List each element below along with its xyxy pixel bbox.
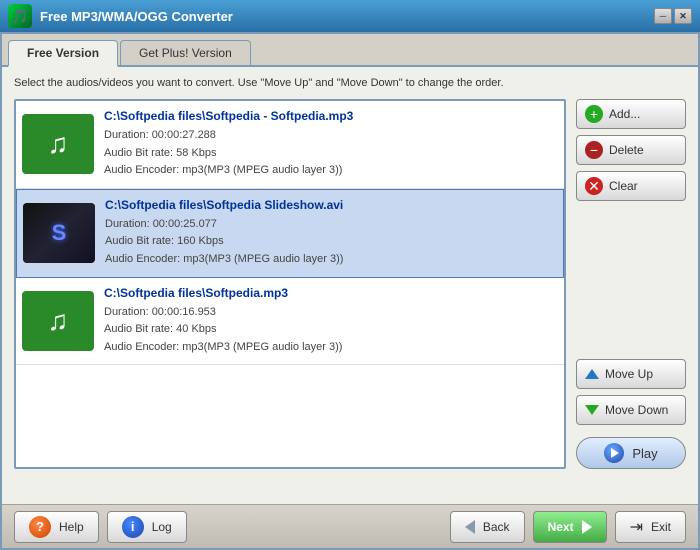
clear-button[interactable]: ✕ Clear [576,171,686,201]
title-bar: 🎵 Free MP3/WMA/OGG Converter ─ ✕ [0,0,700,32]
video-overlay [23,203,95,263]
move-up-button[interactable]: Move Up [576,359,686,389]
instruction-text: Select the audios/videos you want to con… [14,77,686,89]
file-name-1: C:\Softpedia files\Softpedia - Softpedia… [104,109,558,123]
exit-icon: ⇥ [630,517,643,537]
file-info-1: C:\Softpedia files\Softpedia - Softpedia… [104,109,558,180]
back-arrow-icon [465,520,475,534]
file-encoder-1: Audio Encoder: mp3(MP3 (MPEG audio layer… [104,162,558,180]
help-icon: ? [29,516,51,538]
tab-free-version[interactable]: Free Version [8,40,118,67]
file-bitrate-3: Audio Bit rate: 40 Kbps [104,321,558,339]
arrow-up-icon [585,369,599,379]
file-name-3: C:\Softpedia files\Softpedia.mp3 [104,286,558,300]
minimize-button[interactable]: ─ [654,8,672,24]
file-thumb-2 [23,203,95,263]
play-button[interactable]: Play [576,437,686,469]
right-panel: + Add... − Delete ✕ Clear Move Up [576,99,686,469]
bottom-bar: ? Help i Log Back Next ⇥ Exit [2,504,698,548]
file-info-2: C:\Softpedia files\Softpedia Slideshow.a… [105,198,557,269]
file-duration-1: Duration: 00:00:27.288 [104,127,558,145]
main-window: Free Version Get Plus! Version Select th… [0,32,700,550]
file-duration-3: Duration: 00:00:16.953 [104,304,558,322]
clear-icon: ✕ [585,177,603,195]
delete-icon: − [585,141,603,159]
app-title: Free MP3/WMA/OGG Converter [40,9,233,24]
move-down-button[interactable]: Move Down [576,395,686,425]
file-duration-2: Duration: 00:00:25.077 [105,216,557,234]
file-info-3: C:\Softpedia files\Softpedia.mp3 Duratio… [104,286,558,357]
play-triangle-icon [611,448,619,458]
info-icon: i [122,516,144,538]
file-item-1[interactable]: ♫ C:\Softpedia files\Softpedia - Softped… [16,101,564,189]
tab-bar: Free Version Get Plus! Version [2,34,698,67]
next-button[interactable]: Next [533,511,607,543]
back-button[interactable]: Back [450,511,525,543]
log-button[interactable]: i Log [107,511,187,543]
file-bitrate-2: Audio Bit rate: 160 Kbps [105,233,557,251]
music-icon-1: ♫ [48,128,69,160]
file-name-2: C:\Softpedia files\Softpedia Slideshow.a… [105,198,557,212]
app-icon: 🎵 [8,4,32,28]
spacer-1 [576,207,686,353]
file-thumb-3: ♫ [22,291,94,351]
play-circle-icon [604,443,624,463]
file-item-3[interactable]: ♫ C:\Softpedia files\Softpedia.mp3 Durat… [16,278,564,366]
file-encoder-2: Audio Encoder: mp3(MP3 (MPEG audio layer… [105,251,557,269]
exit-button[interactable]: ⇥ Exit [615,511,686,543]
main-area: ♫ C:\Softpedia files\Softpedia - Softped… [14,99,686,469]
file-bitrate-1: Audio Bit rate: 58 Kbps [104,145,558,163]
arrow-down-icon [585,405,599,415]
content-area: Select the audios/videos you want to con… [2,67,698,525]
music-icon-3: ♫ [48,305,69,337]
delete-button[interactable]: − Delete [576,135,686,165]
add-icon: + [585,105,603,123]
window-controls: ─ ✕ [654,8,692,24]
close-button[interactable]: ✕ [674,8,692,24]
help-button[interactable]: ? Help [14,511,99,543]
tab-plus-version[interactable]: Get Plus! Version [120,40,251,65]
add-button[interactable]: + Add... [576,99,686,129]
next-arrow-icon [582,520,592,534]
file-item-2[interactable]: C:\Softpedia files\Softpedia Slideshow.a… [16,189,564,278]
file-list[interactable]: ♫ C:\Softpedia files\Softpedia - Softped… [14,99,566,469]
file-thumb-1: ♫ [22,114,94,174]
file-encoder-3: Audio Encoder: mp3(MP3 (MPEG audio layer… [104,339,558,357]
